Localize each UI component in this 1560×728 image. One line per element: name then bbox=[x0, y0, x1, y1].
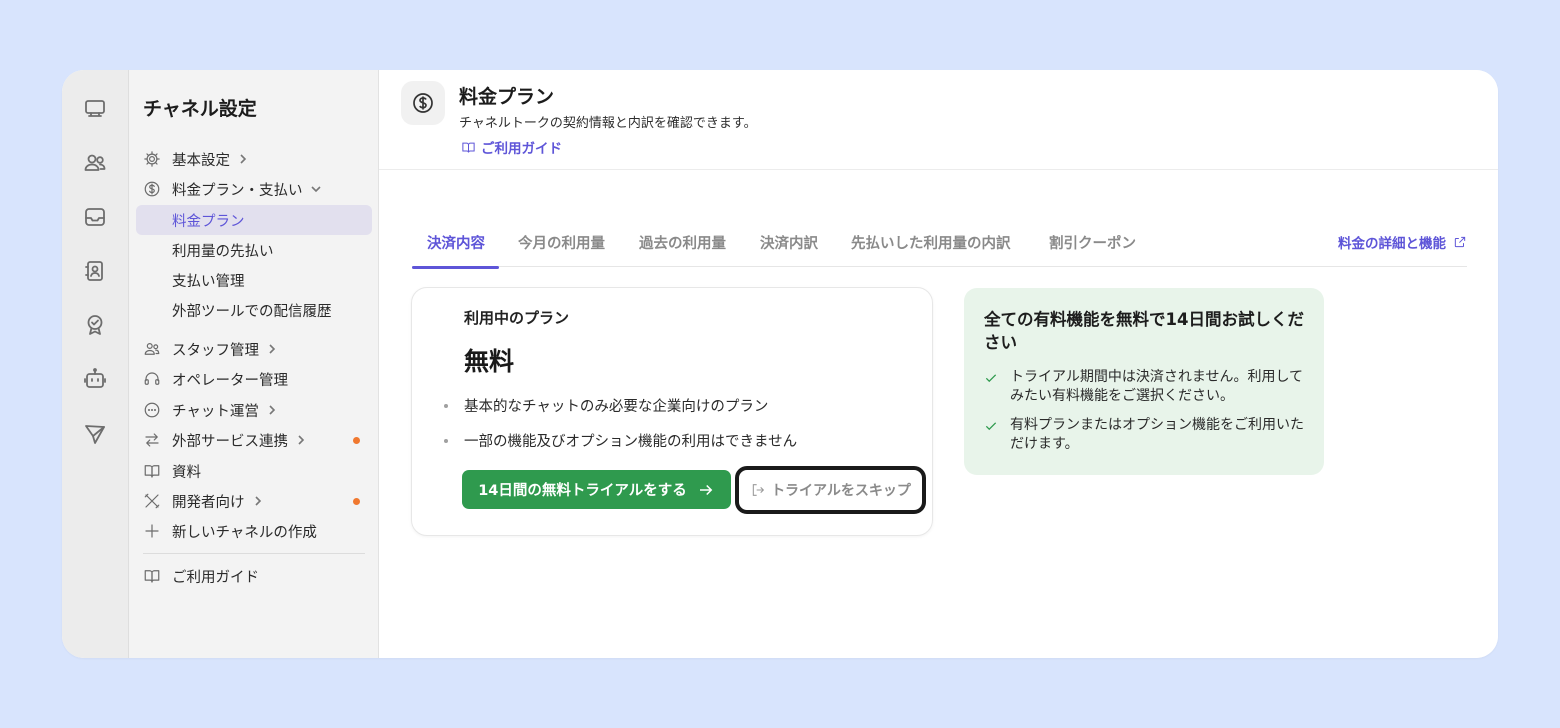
sidebar-item-label: 基本設定 bbox=[172, 152, 230, 169]
app-window: チャネル設定 基本設定 料金プラン・支払い 料金プラン 利用量の先払い 支払い管… bbox=[62, 70, 1498, 658]
skip-trial-button[interactable]: トライアルをスキップ bbox=[735, 466, 926, 514]
page-subtitle: チャネルトークの契約情報と内訳を確認できます。 bbox=[459, 116, 757, 131]
sidebar-item-label: 開発者向け bbox=[172, 494, 245, 511]
logout-icon bbox=[752, 484, 765, 496]
arrow-right-icon bbox=[699, 484, 713, 495]
tools-icon bbox=[142, 491, 162, 511]
dollar-circle-icon bbox=[401, 81, 445, 125]
gear-icon bbox=[142, 149, 162, 169]
sidebar-divider bbox=[143, 553, 365, 554]
dollar-circle-icon bbox=[142, 179, 162, 199]
sidebar-item-label: 利用量の先払い bbox=[172, 243, 274, 260]
plan-feature: 一部の機能及びオプション機能の利用はできません bbox=[444, 430, 797, 451]
headset-icon bbox=[142, 369, 162, 389]
sidebar-item-plan-payment[interactable]: 料金プラン・支払い bbox=[136, 174, 372, 204]
sidebar-item-developers[interactable]: 開発者向け bbox=[136, 486, 372, 516]
user-guide-link[interactable]: ご利用ガイド bbox=[461, 137, 562, 157]
skip-trial-label: トライアルをスキップ bbox=[771, 483, 911, 499]
send-icon[interactable] bbox=[81, 420, 109, 448]
sidebar-item-chat-operation[interactable]: チャット運営 bbox=[136, 395, 372, 425]
sidebar-item-operators[interactable]: オペレーター管理 bbox=[136, 364, 372, 394]
book-icon bbox=[142, 566, 162, 586]
trial-promo-point-text: 有料プランまたはオプション機能をご利用いただけます。 bbox=[1010, 417, 1304, 452]
page-title: 料金プラン bbox=[459, 86, 555, 108]
inbox-icon[interactable] bbox=[81, 203, 109, 231]
trial-promo-title: 全ての有料機能を無料で14日間お試しください bbox=[984, 310, 1304, 352]
sidebar-item-prepaid-usage[interactable]: 利用量の先払い bbox=[136, 235, 372, 265]
sidebar-item-resources[interactable]: 資料 bbox=[136, 456, 372, 486]
sidebar-item-external-delivery-history[interactable]: 外部ツールでの配信履歴 bbox=[136, 295, 372, 325]
swap-arrows-icon bbox=[142, 430, 162, 450]
settings-sidebar: チャネル設定 基本設定 料金プラン・支払い 料金プラン 利用量の先払い 支払い管… bbox=[129, 70, 379, 658]
trial-promo-point-text: トライアル期間中は決済されません。利用してみたい有料機能をご選択ください。 bbox=[1010, 369, 1304, 404]
bullet bbox=[444, 438, 448, 443]
chevron-right-icon bbox=[296, 435, 306, 445]
sidebar-item-label: チャット運営 bbox=[172, 403, 259, 420]
current-plan-card: 利用中のプラン 無料 基本的なチャットのみ必要な企業向けのプラン 一部の機能及び… bbox=[411, 287, 933, 536]
sidebar-item-label: 料金プラン・支払い bbox=[172, 182, 303, 199]
tab-discount-coupons[interactable]: 割引クーポン bbox=[1049, 232, 1136, 267]
tab-past-usage[interactable]: 過去の利用量 bbox=[639, 232, 726, 267]
sidebar-item-integrations[interactable]: 外部サービス連携 bbox=[136, 425, 372, 455]
sidebar-item-label: スタッフ管理 bbox=[172, 342, 259, 359]
check-icon bbox=[985, 422, 997, 431]
book-icon bbox=[462, 142, 475, 153]
chevron-right-icon bbox=[253, 496, 263, 506]
plan-feature: 基本的なチャットのみ必要な企業向けのプラン bbox=[444, 395, 768, 416]
sidebar-item-pricing-plan[interactable]: 料金プラン bbox=[136, 205, 372, 235]
sidebar-item-new-channel[interactable]: 新しいチャネルの作成 bbox=[136, 516, 372, 546]
chevron-right-icon bbox=[267, 405, 277, 415]
billing-tabs: 決済内容 今月の利用量 過去の利用量 決済内訳 先払いした利用量の内訳 割引クー… bbox=[412, 220, 1467, 269]
sidebar-item-label: 支払い管理 bbox=[172, 273, 245, 290]
sidebar-item-basic-settings[interactable]: 基本設定 bbox=[136, 144, 372, 174]
sidebar-item-label: 新しいチャネルの作成 bbox=[172, 524, 317, 541]
bullet bbox=[444, 403, 448, 408]
sidebar-title: チャネル設定 bbox=[143, 98, 257, 120]
main-content: 料金プラン チャネルトークの契約情報と内訳を確認できます。 ご利用ガイド 決済内… bbox=[379, 70, 1498, 658]
badge-icon[interactable] bbox=[81, 311, 109, 339]
trial-promo-point: 有料プランまたはオプション機能をご利用いただけます。 bbox=[984, 416, 1314, 454]
tab-this-month-usage[interactable]: 今月の利用量 bbox=[518, 232, 605, 267]
user-guide-link-label: ご利用ガイド bbox=[481, 141, 562, 157]
plan-feature-text: 一部の機能及びオプション機能の利用はできません bbox=[464, 434, 798, 450]
sidebar-item-label: ご利用ガイド bbox=[172, 569, 259, 586]
page-header: 料金プラン チャネルトークの契約情報と内訳を確認できます。 ご利用ガイド bbox=[379, 70, 1498, 170]
chevron-down-icon bbox=[310, 184, 321, 194]
book-icon bbox=[142, 461, 162, 481]
start-free-trial-label: 14日間の無料トライアルをする bbox=[478, 483, 687, 499]
notification-dot bbox=[353, 437, 360, 444]
current-plan-label: 利用中のプラン bbox=[464, 309, 570, 327]
notification-dot bbox=[353, 498, 360, 505]
trial-promo-card: 全ての有料機能を無料で14日間お試しください トライアル期間中は決済されません。… bbox=[964, 288, 1324, 475]
start-free-trial-button[interactable]: 14日間の無料トライアルをする bbox=[462, 470, 731, 509]
chevron-right-icon bbox=[238, 154, 248, 164]
bot-icon[interactable] bbox=[81, 365, 109, 393]
icon-rail bbox=[62, 70, 129, 658]
sidebar-item-label: 資料 bbox=[172, 464, 201, 481]
chat-bubble-icon bbox=[142, 400, 162, 420]
plus-icon bbox=[142, 521, 162, 541]
sidebar-item-user-guide[interactable]: ご利用ガイド bbox=[136, 561, 372, 591]
sidebar-item-staff[interactable]: スタッフ管理 bbox=[136, 334, 372, 364]
chevron-right-icon bbox=[267, 344, 277, 354]
check-icon bbox=[985, 374, 997, 383]
pricing-details-label: 料金の詳細と機能 bbox=[1338, 236, 1446, 252]
sidebar-item-label: 料金プラン bbox=[172, 213, 245, 230]
team-icon bbox=[142, 339, 162, 359]
users-icon[interactable] bbox=[81, 149, 109, 177]
plan-name: 無料 bbox=[464, 347, 515, 376]
trial-promo-point: トライアル期間中は決済されません。利用してみたい有料機能をご選択ください。 bbox=[984, 368, 1314, 406]
sidebar-item-label: オペレーター管理 bbox=[172, 372, 288, 389]
contacts-icon[interactable] bbox=[81, 257, 109, 285]
sidebar-item-label: 外部ツールでの配信履歴 bbox=[172, 303, 332, 320]
external-link-icon bbox=[1454, 236, 1466, 248]
sidebar-item-payment-management[interactable]: 支払い管理 bbox=[136, 265, 372, 295]
sidebar-item-label: 外部サービス連携 bbox=[172, 433, 288, 450]
tab-payment-details[interactable]: 決済内容 bbox=[412, 232, 499, 269]
tab-prepaid-breakdown[interactable]: 先払いした利用量の内訳 bbox=[851, 232, 1011, 267]
plan-feature-text: 基本的なチャットのみ必要な企業向けのプラン bbox=[464, 399, 769, 415]
pricing-details-link[interactable]: 料金の詳細と機能 bbox=[1338, 232, 1467, 252]
monitor-icon[interactable] bbox=[81, 95, 109, 123]
tab-payment-breakdown[interactable]: 決済内訳 bbox=[760, 232, 818, 267]
